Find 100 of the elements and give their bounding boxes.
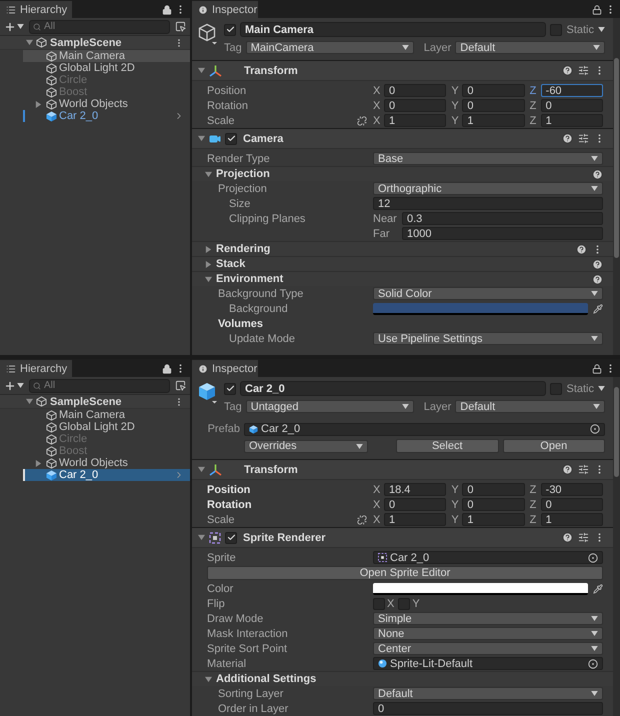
number-field[interactable]: -60 [540, 84, 603, 97]
hierarchy-item[interactable]: Main Camera [23, 50, 190, 62]
number-field[interactable]: 0 [462, 483, 525, 496]
sliders-icon[interactable] [578, 133, 589, 144]
number-field[interactable]: 1 [540, 513, 603, 526]
sliders-icon[interactable] [578, 532, 589, 543]
checkbox[interactable] [225, 532, 237, 544]
checkbox[interactable] [373, 598, 385, 610]
inspector-tab[interactable]: Inspector [192, 1, 258, 18]
caret-down-icon[interactable] [205, 170, 212, 178]
foldout-header[interactable]: Additional Settings [192, 671, 613, 686]
caret-down-icon[interactable] [198, 67, 205, 74]
cursor-square-icon[interactable] [175, 21, 186, 32]
number-field[interactable]: 0 [373, 702, 603, 715]
checkbox[interactable] [550, 24, 562, 36]
lock-icon[interactable] [162, 364, 172, 374]
inspector-tab[interactable]: Inspector [192, 360, 258, 377]
scrollbar[interactable] [613, 18, 620, 355]
add-button[interactable] [4, 20, 24, 32]
help-icon[interactable] [562, 133, 573, 144]
caret-down-icon[interactable] [205, 276, 212, 282]
number-field[interactable]: 0 [384, 498, 446, 511]
caret-right-icon[interactable] [35, 100, 42, 108]
number-field[interactable]: 1 [384, 513, 446, 526]
dropdown[interactable]: Center [373, 642, 603, 655]
foldout-header[interactable]: Projection [192, 166, 613, 181]
number-field[interactable]: 0.3 [402, 212, 603, 225]
number-field[interactable]: 18.4 [384, 483, 446, 496]
caret-down-icon[interactable] [26, 39, 33, 46]
dropdown[interactable]: Base [373, 152, 603, 165]
component-header[interactable]: Sprite Renderer [192, 527, 613, 548]
caret-down-icon[interactable] [198, 135, 205, 142]
caret-right-icon[interactable] [205, 246, 212, 252]
lock-icon[interactable] [592, 4, 602, 14]
number-field[interactable]: 0 [462, 498, 525, 511]
help-icon[interactable] [592, 168, 603, 180]
tag-dropdown[interactable]: MainCamera [246, 41, 414, 54]
hierarchy-item[interactable]: Car 2_0 [23, 110, 190, 122]
sliders-icon[interactable] [578, 464, 589, 475]
caret-down-icon[interactable] [26, 398, 33, 405]
hierarchy-item[interactable]: Main Camera [23, 409, 190, 421]
sliders-icon[interactable] [578, 65, 589, 76]
caret-down-icon[interactable] [205, 676, 212, 682]
number-field[interactable]: 0 [462, 84, 525, 97]
checkbox[interactable] [225, 132, 237, 144]
cursor-square-icon[interactable] [175, 380, 186, 391]
number-field[interactable]: 1 [462, 114, 525, 127]
help-icon[interactable] [592, 258, 603, 270]
caret-right-icon[interactable] [35, 460, 42, 466]
dropdown[interactable]: Use Pipeline Settings [373, 332, 603, 345]
dropdown[interactable]: Simple [373, 612, 603, 625]
scene-row[interactable]: SampleScene [0, 36, 190, 50]
help-icon[interactable] [562, 532, 573, 543]
object-field[interactable]: Sprite-Lit-Default [373, 657, 603, 670]
object-field[interactable]: Car 2_0 [244, 422, 605, 436]
number-field[interactable]: 12 [373, 197, 603, 210]
target-icon[interactable] [588, 552, 598, 562]
component-header[interactable]: Camera [192, 128, 613, 149]
hierarchy-tab[interactable]: Hierarchy [0, 360, 72, 377]
eyedropper-icon[interactable] [593, 584, 603, 594]
checkbox[interactable] [224, 382, 236, 394]
checkbox[interactable] [224, 24, 236, 36]
scene-row[interactable]: SampleScene [0, 395, 190, 409]
component-header[interactable]: Transform [192, 459, 613, 480]
checkbox[interactable] [550, 382, 562, 394]
number-field[interactable]: 0 [384, 99, 446, 112]
action-button[interactable]: Open Sprite Editor [207, 566, 603, 580]
target-icon[interactable] [588, 658, 598, 668]
number-field[interactable]: 0 [384, 84, 446, 97]
caret-right-icon[interactable] [205, 260, 212, 268]
hierarchy-item[interactable]: World Objects [23, 457, 190, 469]
select-button[interactable]: Select [396, 439, 498, 453]
unlink-icon[interactable] [357, 116, 367, 126]
caret-down-icon[interactable] [198, 466, 205, 473]
object-field[interactable]: Car 2_0 [373, 551, 603, 564]
name-field[interactable]: Main Camera [240, 22, 546, 37]
help-icon[interactable] [562, 65, 573, 76]
dropdown[interactable]: Orthographic [373, 182, 603, 195]
tag-dropdown[interactable]: Untagged [246, 400, 414, 413]
lock-icon[interactable] [162, 4, 172, 14]
overrides-dropdown[interactable]: Overrides [244, 440, 368, 452]
hierarchy-item[interactable]: Global Light 2D [23, 421, 190, 433]
hierarchy-item[interactable]: World Objects [23, 98, 190, 110]
dropdown[interactable]: None [373, 627, 603, 640]
open-button[interactable]: Open [502, 439, 605, 453]
add-button[interactable] [4, 380, 24, 392]
foldout-header[interactable]: Stack [192, 256, 613, 271]
help-icon[interactable] [576, 244, 587, 254]
number-field[interactable]: 0 [540, 498, 603, 511]
help-icon[interactable] [562, 464, 573, 475]
dropdown[interactable]: Default [373, 687, 603, 700]
foldout-header[interactable]: Rendering [192, 241, 613, 256]
hierarchy-tab[interactable]: Hierarchy [0, 1, 72, 18]
layer-dropdown[interactable]: Default [455, 41, 605, 54]
number-field[interactable]: 1 [540, 114, 603, 127]
number-field[interactable]: 1000 [402, 227, 603, 240]
layer-dropdown[interactable]: Default [455, 400, 605, 413]
number-field[interactable]: 1 [462, 513, 525, 526]
number-field[interactable]: -30 [540, 483, 603, 496]
number-field[interactable]: 0 [462, 99, 525, 112]
